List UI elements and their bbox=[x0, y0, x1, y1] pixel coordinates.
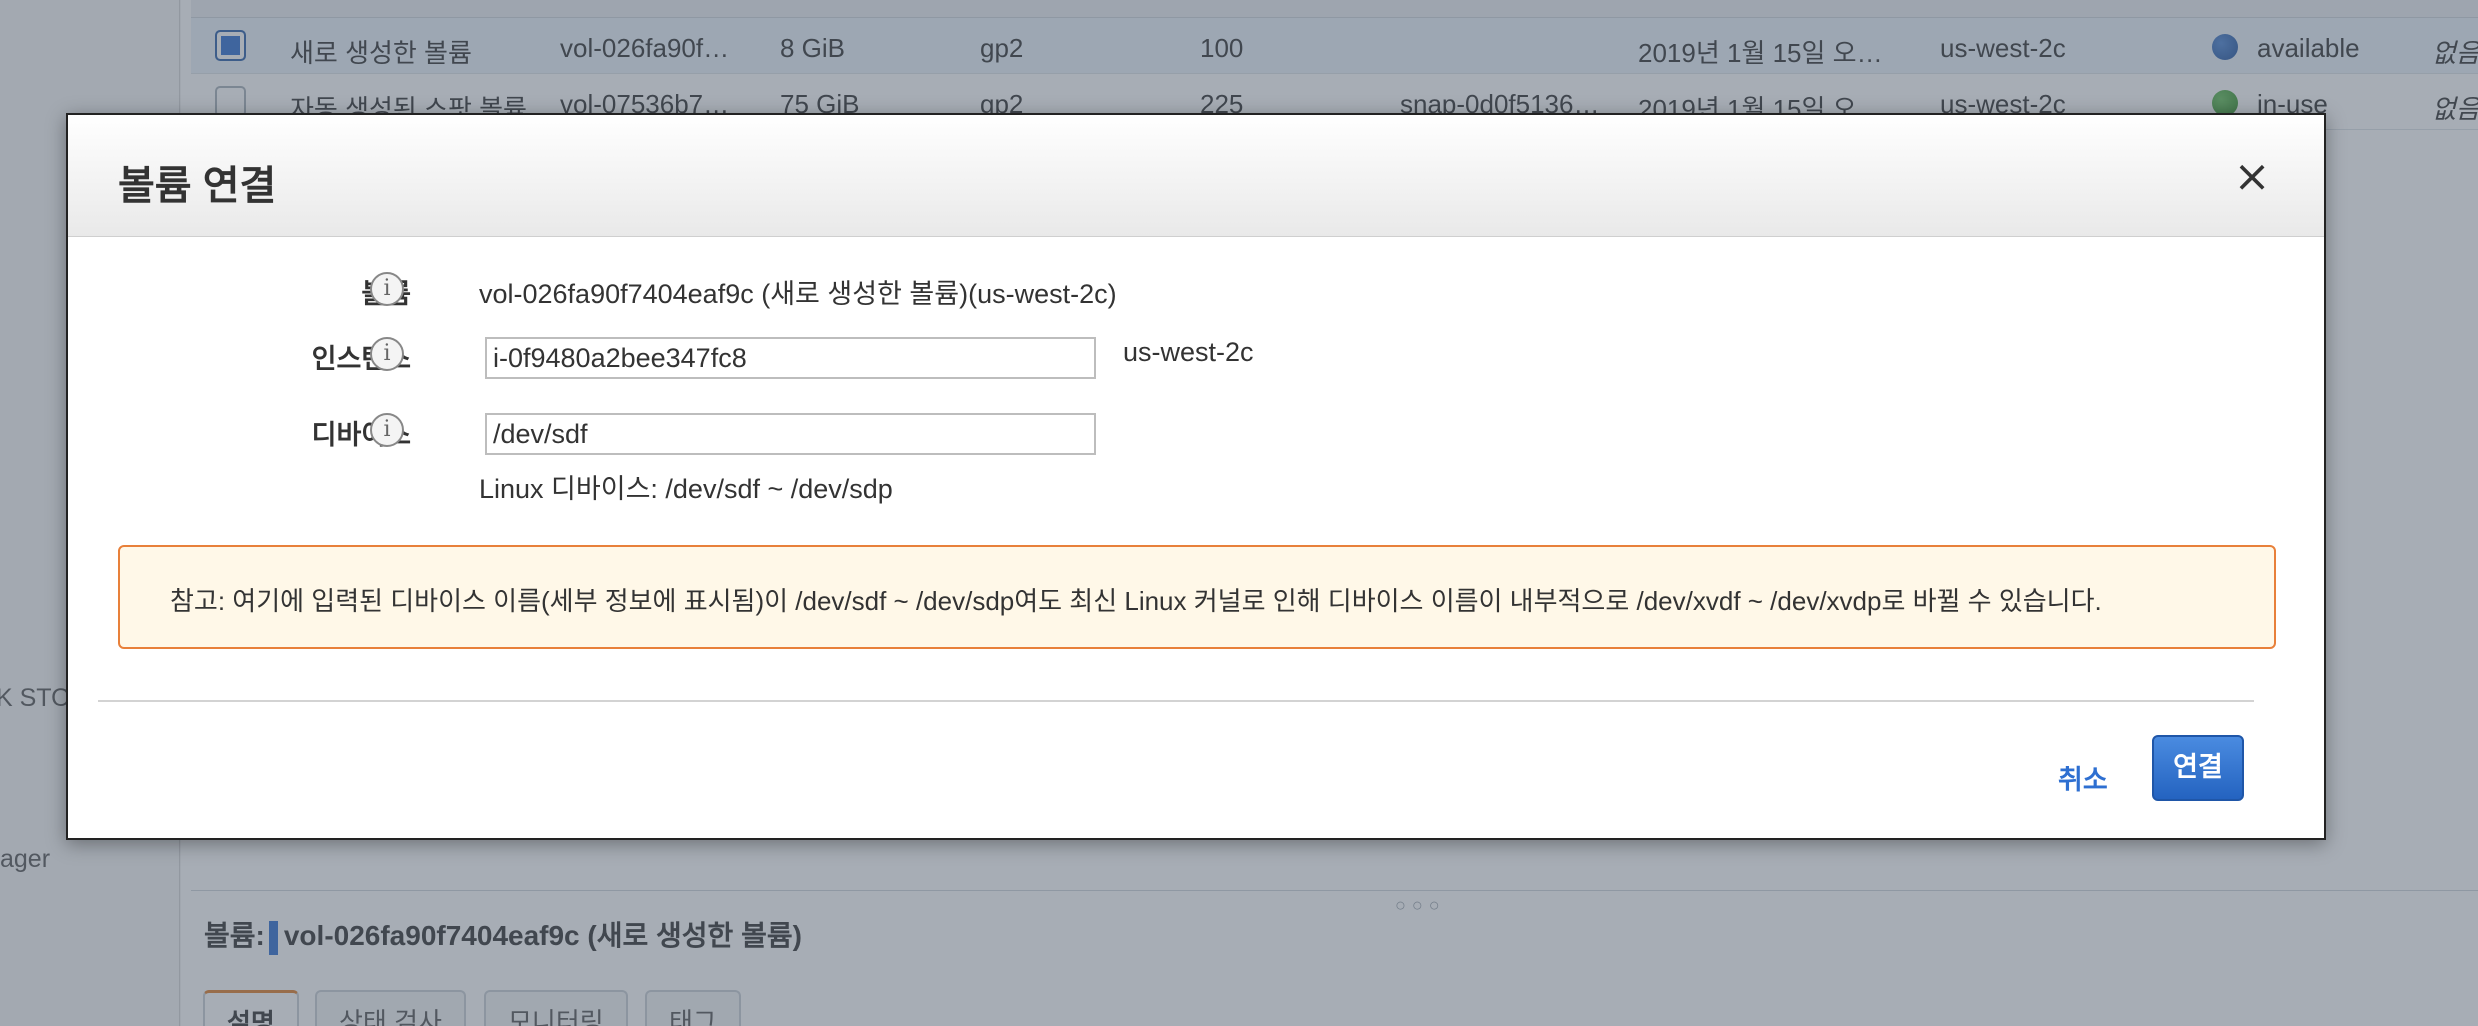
device-input[interactable] bbox=[485, 413, 1096, 455]
instance-input[interactable] bbox=[485, 337, 1096, 379]
attach-volume-dialog: 볼륨 연결 × 볼륨 i vol-026fa90f7404eaf9c (새로 생… bbox=[66, 113, 2326, 840]
volume-value: vol-026fa90f7404eaf9c (새로 생성한 볼륨)(us-wes… bbox=[479, 279, 1117, 309]
dialog-header: 볼륨 연결 × bbox=[68, 115, 2324, 237]
info-icon[interactable]: i bbox=[370, 272, 404, 306]
close-icon[interactable]: × bbox=[2230, 155, 2274, 199]
info-icon[interactable]: i bbox=[370, 337, 404, 371]
device-hint: Linux 디바이스: /dev/sdf ~ /dev/sdp bbox=[479, 474, 893, 504]
instance-availability-zone: us-west-2c bbox=[1123, 337, 1254, 367]
footer-divider bbox=[98, 700, 2254, 702]
cancel-button[interactable]: 취소 bbox=[2058, 758, 2108, 797]
info-icon[interactable]: i bbox=[370, 413, 404, 447]
attach-button[interactable]: 연결 bbox=[2152, 735, 2244, 801]
note-text: 참고: 여기에 입력된 디바이스 이름(세부 정보에 표시됨)이 /dev/sd… bbox=[170, 586, 2102, 616]
dialog-title: 볼륨 연결 bbox=[118, 164, 277, 208]
device-name-note: 참고: 여기에 입력된 디바이스 이름(세부 정보에 표시됨)이 /dev/sd… bbox=[118, 545, 2276, 649]
